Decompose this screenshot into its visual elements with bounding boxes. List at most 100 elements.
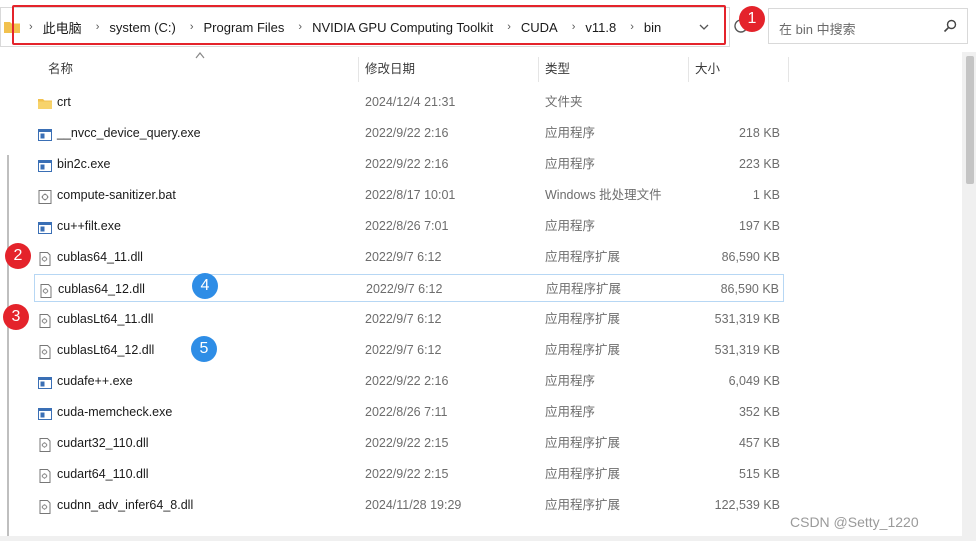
address-bar-row: › 此电脑 › system (C:) › Program Files › NV… <box>0 0 976 52</box>
file-type: 应用程序 <box>545 126 596 140</box>
column-divider[interactable] <box>358 57 359 82</box>
file-type: 应用程序扩展 <box>545 436 621 450</box>
dll-icon <box>37 249 53 266</box>
file-name: bin2c.exe <box>57 157 111 171</box>
file-name: cublas64_12.dll <box>58 282 145 296</box>
file-type: 文件夹 <box>545 95 583 109</box>
file-date: 2022/9/22 2:16 <box>365 374 449 388</box>
dll-icon <box>37 435 53 452</box>
file-size: 122,539 KB <box>714 498 780 512</box>
file-type: 应用程序扩展 <box>545 467 621 481</box>
file-row[interactable]: cublas64_11.dll 2022/9/7 6:12 应用程序扩展 86,590… <box>34 243 784 271</box>
file-name: cu++filt.exe <box>57 219 121 233</box>
search-placeholder: 在 bin 中搜索 <box>779 22 856 37</box>
annotation-badge-5: 5 <box>191 336 217 362</box>
file-name: cublas64_11.dll <box>57 250 143 264</box>
annotation-highlight-box <box>12 5 726 45</box>
column-header-size[interactable]: 大小 <box>695 57 720 81</box>
file-name: crt <box>57 95 71 109</box>
dll-icon <box>37 466 53 483</box>
column-divider[interactable] <box>688 57 689 82</box>
file-type: 应用程序 <box>545 405 596 419</box>
exe-icon <box>37 156 53 172</box>
file-size: 531,319 KB <box>714 312 780 326</box>
exe-icon <box>37 125 53 141</box>
file-row[interactable]: bin2c.exe 2022/9/22 2:16 应用程序 223 KB <box>34 150 784 178</box>
exe-icon <box>37 404 53 420</box>
window-bottom-edge <box>0 536 976 541</box>
file-size: 218 KB <box>738 126 780 140</box>
file-row[interactable]: cudnn_adv_infer64_8.dll 2024/11/28 19:29 应… <box>34 491 784 519</box>
file-type: 应用程序 <box>545 374 596 388</box>
file-date: 2022/9/7 6:12 <box>365 250 442 264</box>
file-type: 应用程序 <box>545 219 596 233</box>
annotation-badge-4: 4 <box>192 273 218 299</box>
watermark: CSDN @Setty_1220 <box>790 514 919 530</box>
file-row[interactable]: cu++filt.exe 2022/8/26 7:01 应用程序 197 KB <box>34 212 784 240</box>
file-name: cudart32_110.dll <box>57 436 149 450</box>
file-row[interactable]: cudart64_110.dll 2022/9/22 2:15 应用程序扩展 515 … <box>34 460 784 488</box>
file-name: cublasLt64_12.dll <box>57 343 155 357</box>
file-name: cublasLt64_11.dll <box>57 312 154 326</box>
file-type: 应用程序扩展 <box>546 282 622 296</box>
file-row[interactable]: cublasLt64_11.dll 2022/9/7 6:12 应用程序扩展 531,… <box>34 305 784 333</box>
file-row[interactable]: cublas64_12.dll 2022/9/7 6:12 应用程序扩展 86,590… <box>34 274 784 302</box>
column-header-type[interactable]: 类型 <box>545 57 570 81</box>
file-date: 2022/8/17 10:01 <box>365 188 456 202</box>
annotation-badge-1: 1 <box>739 6 765 32</box>
file-date: 2022/9/7 6:12 <box>366 282 443 296</box>
file-row[interactable]: cuda-memcheck.exe 2022/8/26 7:11 应用程序 352 K… <box>34 398 784 426</box>
file-size: 515 KB <box>738 467 780 481</box>
file-name: __nvcc_device_query.exe <box>57 126 201 140</box>
dll-icon <box>37 497 53 514</box>
sort-ascending-icon <box>195 52 205 59</box>
column-divider[interactable] <box>788 57 789 82</box>
file-size: 197 KB <box>738 219 780 233</box>
annotation-badge-2: 2 <box>5 243 31 269</box>
file-size: 86,590 KB <box>720 282 779 296</box>
column-header-name[interactable]: 名称 <box>48 57 73 81</box>
file-list: 名称 修改日期 类型 大小 crt 2024/12/4 21:31 文件夹 __nvc… <box>0 52 976 541</box>
search-icon[interactable] <box>943 19 957 33</box>
file-name: cudafe++.exe <box>57 374 133 388</box>
file-size: 6,049 KB <box>728 374 780 388</box>
file-date: 2024/12/4 21:31 <box>365 95 456 109</box>
file-row[interactable]: cudart32_110.dll 2022/9/22 2:15 应用程序扩展 457 … <box>34 429 784 457</box>
search-input[interactable]: 在 bin 中搜索 <box>768 8 968 44</box>
folder-icon <box>37 94 53 110</box>
file-row[interactable]: cudafe++.exe 2022/9/22 2:16 应用程序 6,049 KB <box>34 367 784 395</box>
file-size: 531,319 KB <box>714 343 780 357</box>
file-name: cuda-memcheck.exe <box>57 405 173 419</box>
file-row[interactable]: __nvcc_device_query.exe 2022/9/22 2:16 应用程… <box>34 119 784 147</box>
file-name: cudart64_110.dll <box>57 467 149 481</box>
bat-icon <box>37 187 53 204</box>
file-type: 应用程序扩展 <box>545 343 621 357</box>
exe-icon <box>37 373 53 389</box>
file-row[interactable]: cublasLt64_12.dll 2022/9/7 6:12 应用程序扩展 531,… <box>34 336 784 364</box>
file-type: 应用程序扩展 <box>545 250 621 264</box>
file-type: Windows 批处理文件 <box>545 188 662 202</box>
file-date: 2022/9/22 2:15 <box>365 436 449 450</box>
file-date: 2022/8/26 7:11 <box>365 405 448 419</box>
file-date: 2022/9/22 2:16 <box>365 126 449 140</box>
file-size: 457 KB <box>738 436 780 450</box>
dll-icon <box>37 311 53 328</box>
column-header-date[interactable]: 修改日期 <box>365 57 415 81</box>
file-type: 应用程序 <box>545 157 596 171</box>
file-size: 1 KB <box>752 188 780 202</box>
file-type: 应用程序扩展 <box>545 312 621 326</box>
scrollbar-thumb[interactable] <box>966 56 974 184</box>
exe-icon <box>37 218 53 234</box>
file-size: 86,590 KB <box>721 250 780 264</box>
file-date: 2022/9/22 2:15 <box>365 467 449 481</box>
file-date: 2022/9/22 2:16 <box>365 157 449 171</box>
dll-icon <box>38 281 54 298</box>
dll-icon <box>37 342 53 359</box>
file-date: 2022/8/26 7:01 <box>365 219 449 233</box>
file-row[interactable]: compute-sanitizer.bat 2022/8/17 10:01 Wind… <box>34 181 784 209</box>
file-row[interactable]: crt 2024/12/4 21:31 文件夹 <box>34 88 784 116</box>
file-type: 应用程序扩展 <box>545 498 621 512</box>
file-date: 2024/11/28 19:29 <box>365 498 462 512</box>
column-divider[interactable] <box>538 57 539 82</box>
file-date: 2022/9/7 6:12 <box>365 312 442 326</box>
